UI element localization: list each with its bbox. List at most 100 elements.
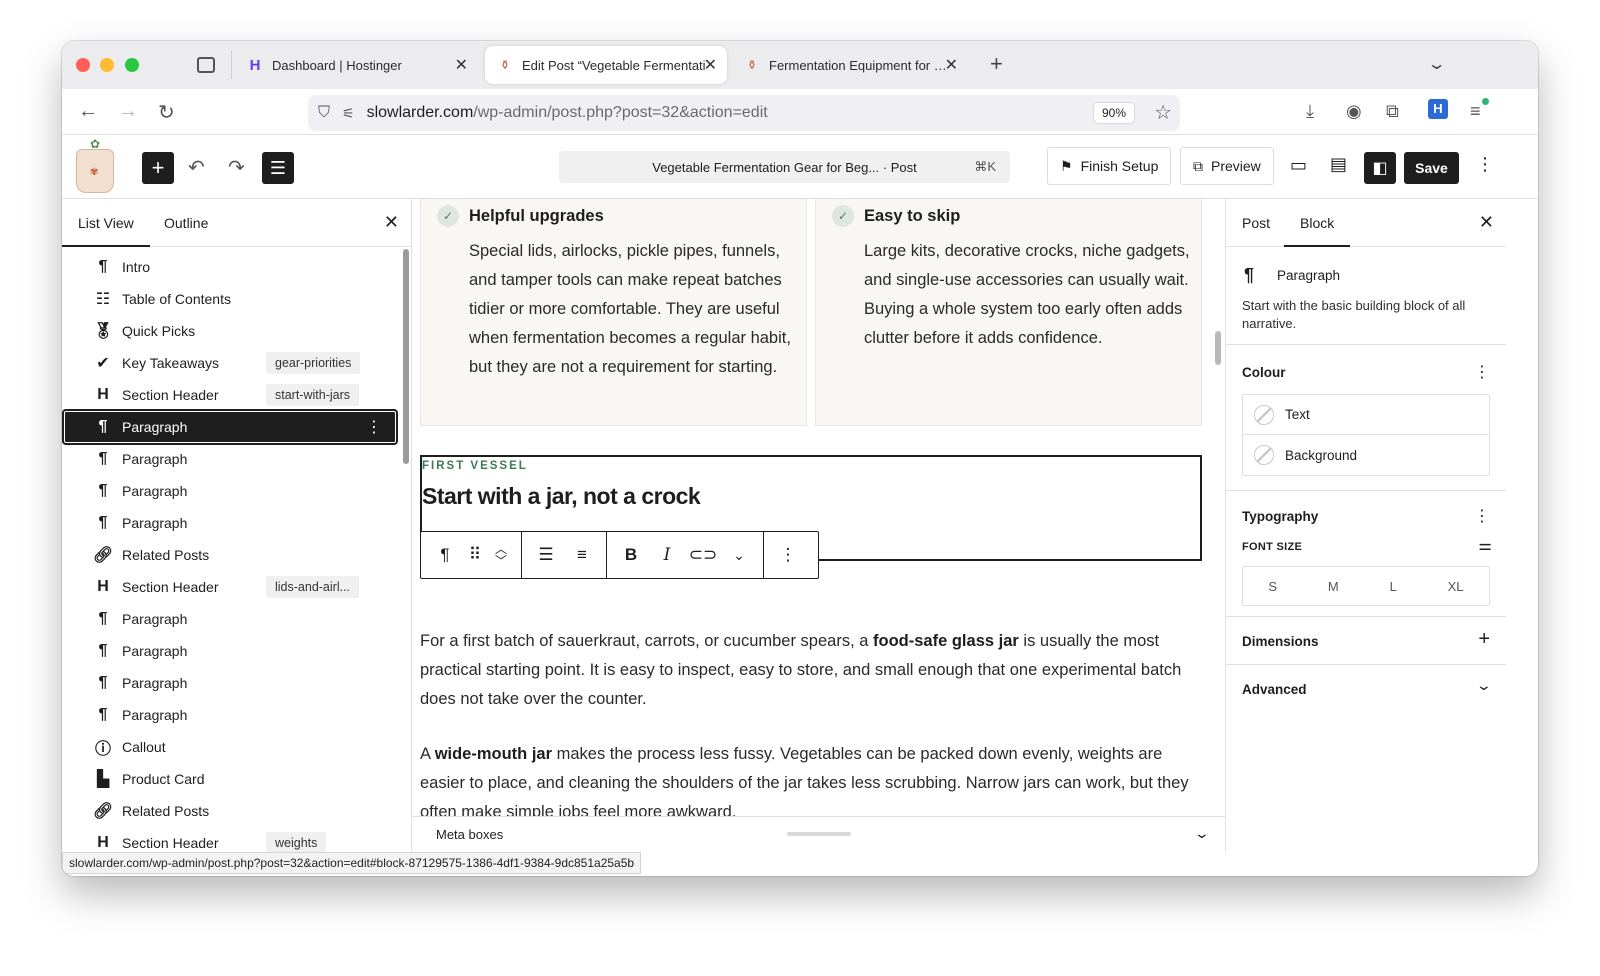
close-tab-icon[interactable]: ✕ xyxy=(704,55,717,75)
block-options-icon[interactable]: ⋮ xyxy=(366,417,382,437)
typography-options-icon[interactable]: ⋮ xyxy=(1474,506,1490,526)
custom-size-sliders-icon[interactable]: ⚌ xyxy=(1479,536,1492,554)
list-item[interactable]: H Section Header lids-and-airl... xyxy=(64,571,396,603)
close-icon[interactable]: ✕ xyxy=(1479,212,1494,233)
list-item-selected[interactable]: ¶ Paragraph ⋮ xyxy=(64,411,396,443)
font-size-picker: S M L XL xyxy=(1242,566,1490,606)
move-up-down-icon[interactable]: ︿ ﹀ xyxy=(487,537,515,573)
minimize-window-button[interactable] xyxy=(100,58,114,72)
font-size-s[interactable]: S xyxy=(1268,579,1277,594)
forward-icon[interactable]: → xyxy=(118,100,138,123)
list-item[interactable]: ¶ Paragraph xyxy=(64,699,396,731)
add-block-button[interactable]: + xyxy=(142,152,174,184)
tab-block[interactable]: Block xyxy=(1284,199,1351,247)
preview-label: Preview xyxy=(1211,158,1261,174)
align-left-icon[interactable]: ≡ xyxy=(564,537,600,573)
tab-fermentation-equipment[interactable]: ⚱ Fermentation Equipment for Beg ✕ xyxy=(732,46,968,84)
account-icon[interactable]: ◉ xyxy=(1346,101,1362,122)
tab-dashboard[interactable]: H Dashboard | Hostinger ✕ xyxy=(235,46,478,84)
options-menu-icon[interactable]: ⋮ xyxy=(1476,154,1494,175)
list-item[interactable]: ¶ Paragraph xyxy=(64,603,396,635)
list-item[interactable]: H Section Header start-with-jars xyxy=(64,379,396,411)
italic-icon[interactable]: I xyxy=(649,537,685,573)
zoom-level[interactable]: 90% xyxy=(1092,102,1135,124)
background-colour-row[interactable]: Background xyxy=(1243,435,1489,475)
list-view-scrollbar[interactable] xyxy=(403,249,409,464)
dimensions-panel[interactable]: Dimensions + xyxy=(1226,617,1506,665)
list-item[interactable]: 🔗︎ Related Posts xyxy=(64,539,396,571)
list-item[interactable]: 🔗︎ Related Posts xyxy=(64,795,396,827)
tab-outline[interactable]: Outline xyxy=(148,199,224,247)
tab-overview-icon[interactable] xyxy=(197,57,215,73)
list-item[interactable]: ⓘ Callout xyxy=(64,731,396,763)
address-bar[interactable]: ⛉ ⚟ slowlarder.com/wp-admin/post.php?pos… xyxy=(308,95,1180,131)
tab-post[interactable]: Post xyxy=(1226,199,1286,247)
device-preview-icon[interactable]: ▭ xyxy=(1290,155,1307,176)
list-item[interactable]: ☷ Table of Contents xyxy=(64,283,396,315)
list-item[interactable]: ¶ Paragraph xyxy=(64,667,396,699)
list-item[interactable]: ¶ Paragraph xyxy=(64,475,396,507)
shield-icon[interactable]: ⛉ xyxy=(318,104,330,122)
info-card[interactable]: ✓ Easy to skip Large kits, decorative cr… xyxy=(815,199,1202,426)
close-tab-icon[interactable]: ✕ xyxy=(455,55,468,75)
settings-sidebar-toggle[interactable]: ◧ xyxy=(1364,152,1396,184)
bookmark-star-icon[interactable]: ☆ xyxy=(1154,100,1172,125)
paragraph-block[interactable]: For a first batch of sauerkraut, carrots… xyxy=(420,627,1210,714)
list-item[interactable]: ¶ Intro xyxy=(64,251,396,283)
font-size-xl[interactable]: XL xyxy=(1448,579,1464,594)
list-item[interactable]: 🏅︎ Quick Picks xyxy=(64,315,396,347)
meta-boxes-bar[interactable]: Meta boxes ⌄ xyxy=(412,816,1225,851)
extension-h-icon[interactable]: H xyxy=(1428,99,1448,119)
download-icon[interactable]: ⤓ xyxy=(1306,101,1314,122)
tab-edit-post[interactable]: ⚱ Edit Post “Vegetable Fermentati ✕ xyxy=(485,46,727,84)
preview-button[interactable]: ⧉ Preview xyxy=(1180,147,1274,185)
more-formatting-chevron-icon[interactable]: ⌄ xyxy=(721,537,757,573)
chevron-down-icon[interactable]: ⌄ xyxy=(1476,677,1492,694)
link-icon[interactable]: ⊂⊃ xyxy=(685,537,721,573)
info-card[interactable]: ✓ Helpful upgrades Special lids, airlock… xyxy=(420,199,807,426)
section-heading[interactable]: Start with a jar, not a crock xyxy=(422,483,701,510)
menu-icon[interactable]: ≡ xyxy=(1470,101,1481,122)
back-icon[interactable]: ← xyxy=(78,100,98,123)
font-size-m[interactable]: M xyxy=(1328,579,1339,594)
command-palette-bar[interactable]: Vegetable Fermentation Gear for Beg... ·… xyxy=(559,151,1010,183)
text-colour-row[interactable]: Text xyxy=(1243,395,1489,435)
settings-tabs: Post Block ✕ xyxy=(1226,199,1506,247)
undo-icon[interactable]: ↶ xyxy=(188,155,205,180)
resize-handle[interactable] xyxy=(787,832,851,836)
chevron-down-icon[interactable]: ⌄ xyxy=(1194,825,1210,842)
background-colour-swatch xyxy=(1254,445,1274,465)
save-button[interactable]: Save xyxy=(1404,152,1459,184)
finish-setup-button[interactable]: ⚑ Finish Setup xyxy=(1047,147,1172,185)
close-tab-icon[interactable]: ✕ xyxy=(945,55,958,75)
list-item[interactable]: ¶ Paragraph xyxy=(64,635,396,667)
redo-icon[interactable]: ↷ xyxy=(228,155,245,180)
list-item[interactable]: ▙ Product Card xyxy=(64,763,396,795)
paragraph-icon[interactable]: ¶ xyxy=(427,537,463,573)
canvas-scrollbar[interactable] xyxy=(1215,331,1221,365)
list-item[interactable]: ✔ Key Takeaways gear-priorities xyxy=(64,347,396,379)
block-width-icon[interactable]: ☰ xyxy=(528,537,564,573)
drag-handle-icon[interactable]: ⠿ xyxy=(463,537,487,573)
bold-icon[interactable]: B xyxy=(613,537,649,573)
maximize-window-button[interactable] xyxy=(125,58,139,72)
close-icon[interactable]: ✕ xyxy=(384,212,399,233)
extensions-icon[interactable]: ⧉ xyxy=(1386,101,1399,122)
tab-list-view[interactable]: List View xyxy=(62,199,150,247)
close-window-button[interactable] xyxy=(76,58,90,72)
paragraph-block[interactable]: A wide-mouth jar makes the process less … xyxy=(420,740,1210,816)
tab-list-chevron-icon[interactable]: ⌄ xyxy=(1427,54,1447,74)
colour-options-icon[interactable]: ⋮ xyxy=(1474,362,1490,382)
document-icon[interactable]: ▤ xyxy=(1330,154,1347,175)
reload-icon[interactable]: ↻ xyxy=(158,100,175,125)
advanced-panel[interactable]: Advanced ⌄ xyxy=(1226,665,1506,713)
list-item[interactable]: ¶ Paragraph xyxy=(64,443,396,475)
block-options-icon[interactable]: ⋮ xyxy=(770,537,806,573)
add-icon[interactable]: + xyxy=(1478,628,1490,651)
list-item[interactable]: ¶ Paragraph xyxy=(64,507,396,539)
font-size-l[interactable]: L xyxy=(1390,579,1397,594)
new-tab-icon[interactable]: + xyxy=(990,51,1003,77)
site-permissions-icon[interactable]: ⚟ xyxy=(342,105,355,122)
site-logo[interactable]: ✿ ✾ xyxy=(74,137,116,195)
document-overview-button[interactable]: ☰ xyxy=(262,152,294,184)
